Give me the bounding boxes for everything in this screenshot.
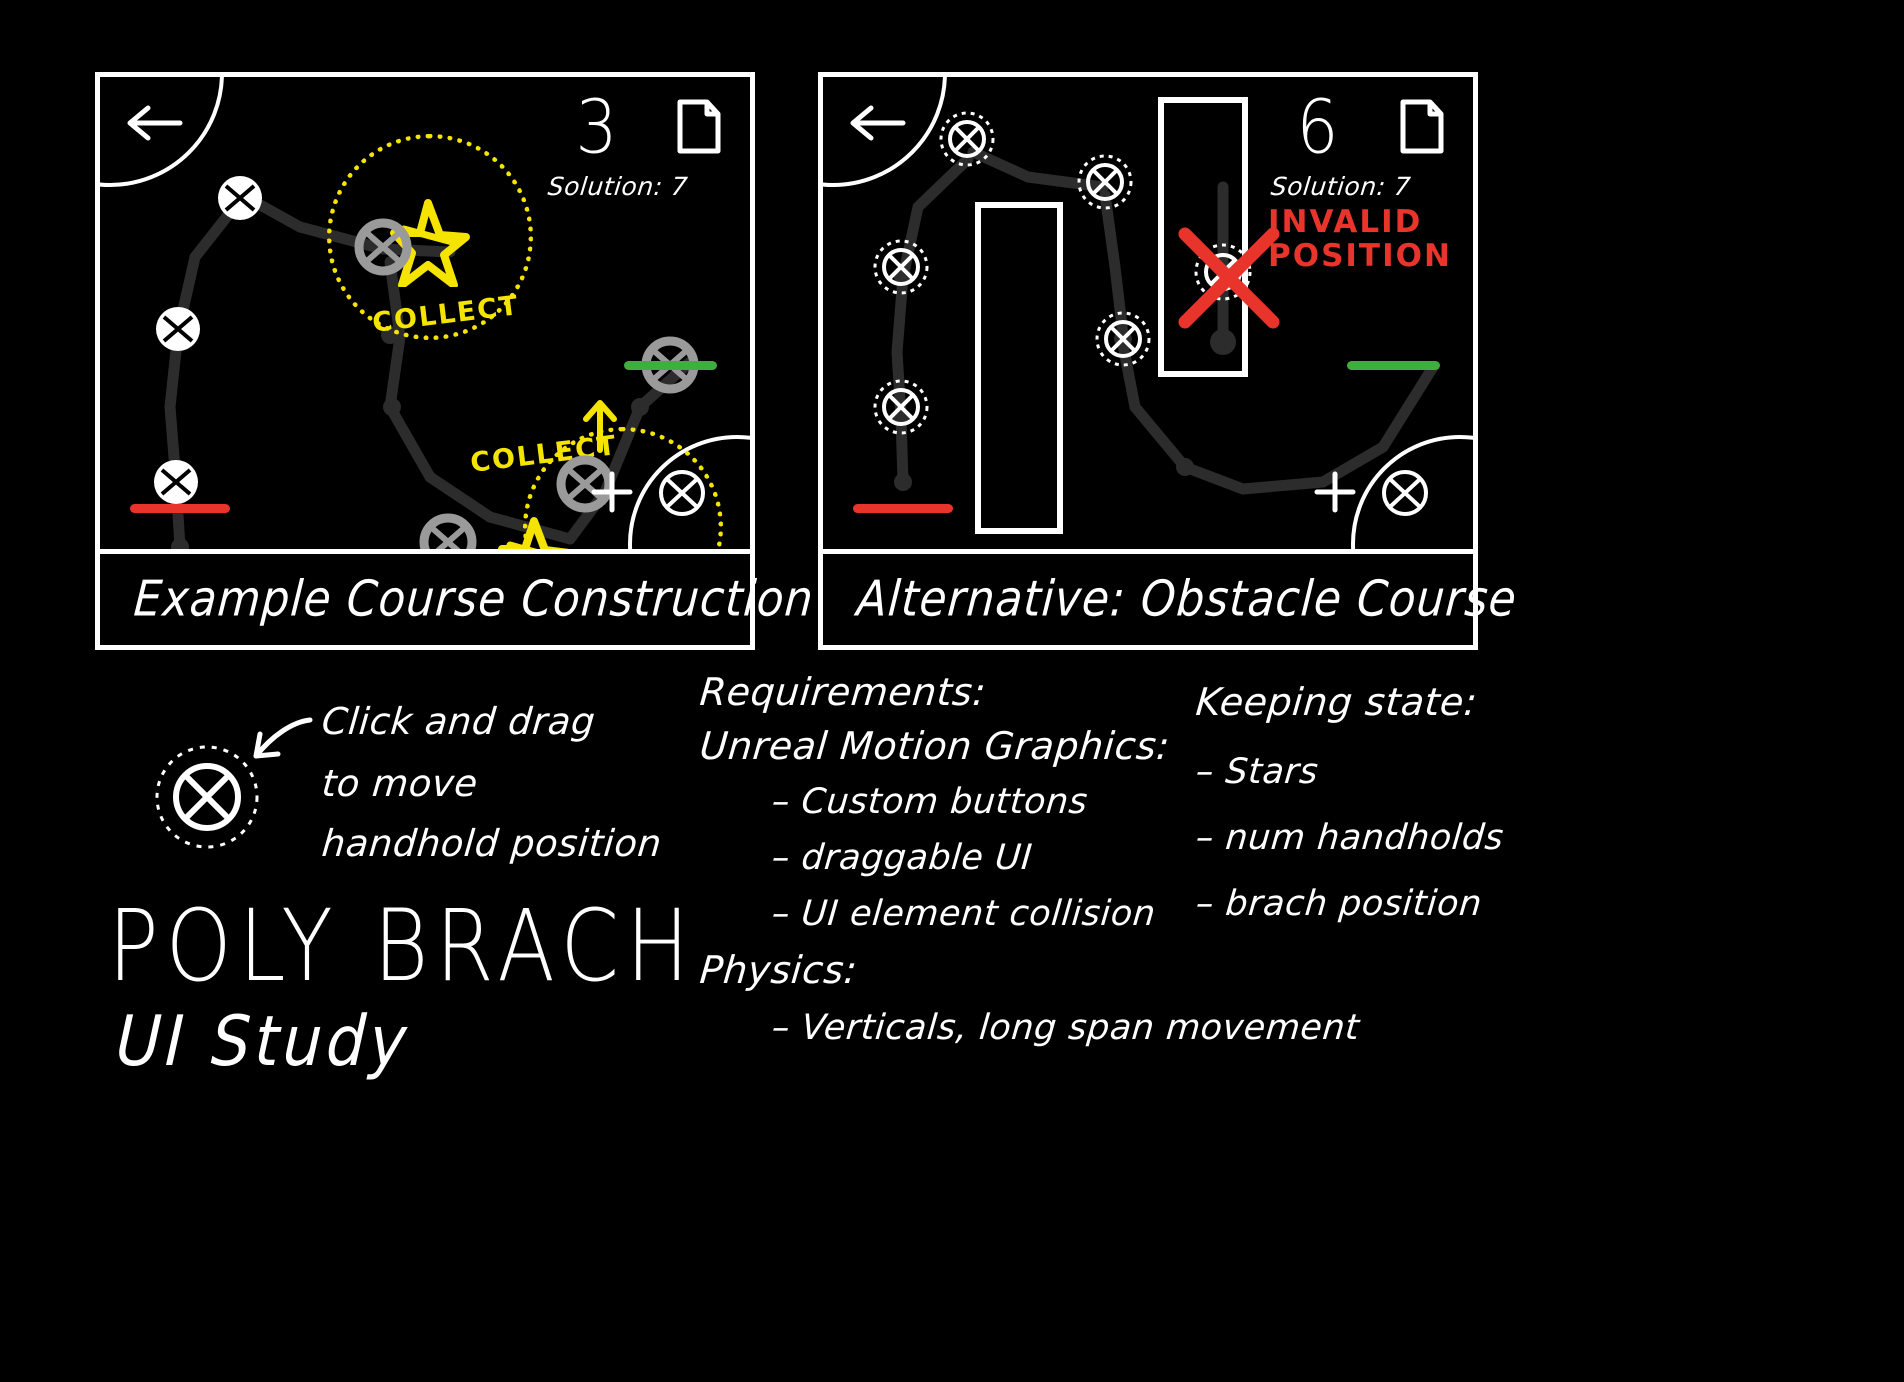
star-count-right: 6 <box>1296 84 1339 171</box>
document-icon[interactable] <box>1399 99 1445 155</box>
caption-bar-left: Example Course Construction <box>100 549 816 645</box>
add-handhold-button[interactable] <box>1313 470 1357 514</box>
keeping-state-item: – brach position <box>1194 884 1484 924</box>
page-subtitle: UI Study <box>114 1000 413 1082</box>
star-collectible-2 <box>498 517 570 549</box>
keeping-state-item: – num handholds <box>1194 818 1506 858</box>
handhold-node[interactable] <box>1077 154 1133 210</box>
legend-line-2: to move <box>320 762 480 805</box>
progress-bar-green <box>1347 361 1440 370</box>
physics-heading: Physics: <box>698 948 860 992</box>
invalid-line-2: POSITION <box>1268 238 1452 275</box>
handhold-node[interactable] <box>152 303 204 355</box>
game-screen-right[interactable]: 6 Solution: 7 INVALID POSITION <box>823 77 1473 549</box>
panel-caption-left: Example Course Construction <box>132 570 816 629</box>
handhold-tool-button[interactable] <box>656 467 708 519</box>
obstacle-wall-left <box>975 202 1063 534</box>
handhold-node[interactable] <box>150 456 202 508</box>
handhold-node-ghost[interactable] <box>352 216 414 278</box>
panel-caption-right: Alternative: Obstacle Course <box>855 570 1519 629</box>
legend-line-1: Click and drag <box>320 700 598 743</box>
keeping-state-notes: Keeping state: – Stars – num handholds –… <box>1194 680 1506 928</box>
page-title: POLY BRACH <box>108 888 697 1004</box>
collect-arrow-icon-2 <box>583 400 617 453</box>
handhold-node[interactable] <box>873 239 929 295</box>
back-arrow-icon[interactable] <box>122 103 184 143</box>
progress-bar-red <box>130 504 230 513</box>
back-arrow-icon[interactable] <box>845 103 907 143</box>
progress-bar-green <box>624 361 717 370</box>
curved-arrow-icon <box>253 717 313 759</box>
handhold-tool-button[interactable] <box>1379 467 1431 519</box>
handhold-node[interactable] <box>1095 311 1151 367</box>
panel-example-course: 3 Solution: 7 COLLECT COLLECT Example Co… <box>95 72 816 650</box>
document-icon[interactable] <box>676 99 722 155</box>
progress-bar-red <box>853 504 953 513</box>
keeping-state-heading: Keeping state: <box>1194 680 1480 724</box>
legend-handhold-icon <box>155 745 259 849</box>
game-screen-left[interactable]: 3 Solution: 7 COLLECT COLLECT <box>100 77 750 549</box>
handhold-node[interactable] <box>939 111 995 167</box>
invalid-position-annotation: INVALID POSITION <box>1268 205 1452 273</box>
keeping-state-item: – Stars <box>1194 752 1320 792</box>
panel-obstacle-course: 6 Solution: 7 INVALID POSITION Alternati… <box>818 72 1519 650</box>
handhold-node[interactable] <box>873 379 929 435</box>
legend-line-3: handhold position <box>320 822 664 865</box>
requirement-item: – Verticals, long span movement <box>770 1008 1362 1048</box>
solution-label-left: Solution: 7 <box>546 172 690 201</box>
invalid-line-1: INVALID <box>1268 204 1423 240</box>
handhold-node[interactable] <box>214 172 266 224</box>
star-count-left: 3 <box>575 84 618 171</box>
add-handhold-button[interactable] <box>590 470 634 514</box>
caption-bar-right: Alternative: Obstacle Course <box>823 549 1519 645</box>
solution-label-right: Solution: 7 <box>1269 172 1413 201</box>
handhold-node-ghost[interactable] <box>417 511 479 549</box>
